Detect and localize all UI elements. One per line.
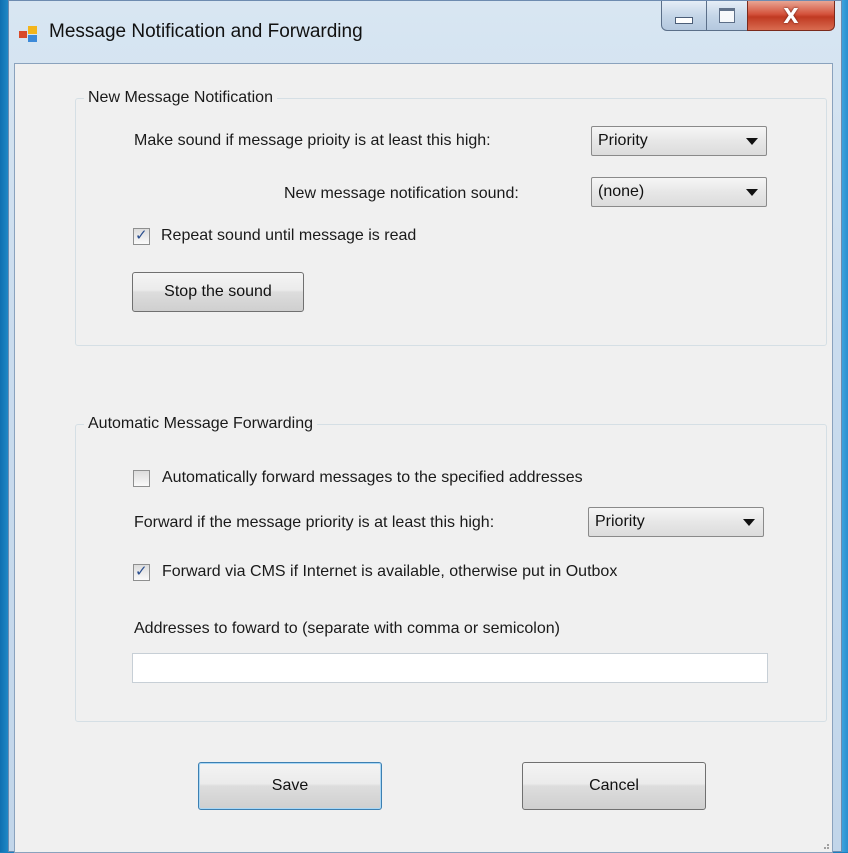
maximize-icon (719, 8, 735, 23)
repeat-sound-checkbox[interactable]: ✓ (133, 226, 150, 245)
forward-priority-dropdown[interactable]: Priority (588, 507, 764, 537)
addresses-input[interactable] (132, 653, 768, 683)
resize-grip-icon[interactable] (820, 840, 830, 850)
maximize-button[interactable] (706, 1, 748, 31)
save-button[interactable]: Save (198, 762, 382, 810)
notification-priority-label: Make sound if message prioity is at leas… (134, 132, 491, 149)
minimize-icon (675, 17, 693, 24)
notification-sound-value: (none) (598, 183, 645, 200)
chevron-down-icon (746, 189, 758, 196)
minimize-button[interactable] (661, 1, 707, 31)
window-title: Message Notification and Forwarding (49, 21, 363, 42)
dialog-window: Message Notification and Forwarding X Ne… (8, 0, 842, 853)
forward-priority-label: Forward if the message priority is at le… (134, 514, 495, 531)
dialog-client-area: New Message Notification Make sound if m… (14, 63, 833, 853)
chevron-down-icon (743, 519, 755, 526)
stop-sound-button[interactable]: Stop the sound (132, 272, 304, 312)
repeat-sound-label: Repeat sound until message is read (161, 227, 417, 244)
close-button[interactable]: X (747, 1, 835, 31)
checkmark-icon: ✓ (135, 562, 148, 580)
auto-forward-checkbox[interactable] (133, 470, 150, 487)
auto-forward-label: Automatically forward messages to the sp… (162, 469, 583, 486)
addresses-label: Addresses to foward to (separate with co… (134, 620, 560, 637)
forward-via-cms-label: Forward via CMS if Internet is available… (162, 563, 618, 580)
close-icon: X (783, 3, 799, 28)
forward-priority-value: Priority (595, 513, 645, 530)
notification-priority-dropdown[interactable]: Priority (591, 126, 767, 156)
notification-sound-label: New message notification sound: (284, 185, 519, 202)
window-controls: X (661, 1, 837, 31)
notification-group-legend: New Message Notification (84, 89, 277, 107)
chevron-down-icon (746, 138, 758, 145)
notification-priority-value: Priority (598, 132, 648, 149)
cancel-button[interactable]: Cancel (522, 762, 706, 810)
forwarding-group-legend: Automatic Message Forwarding (84, 415, 317, 433)
app-window-icon (19, 26, 37, 42)
forward-via-cms-checkbox[interactable]: ✓ (133, 562, 150, 581)
checkmark-icon: ✓ (135, 226, 148, 244)
title-bar[interactable]: Message Notification and Forwarding X (9, 1, 841, 63)
notification-sound-dropdown[interactable]: (none) (591, 177, 767, 207)
